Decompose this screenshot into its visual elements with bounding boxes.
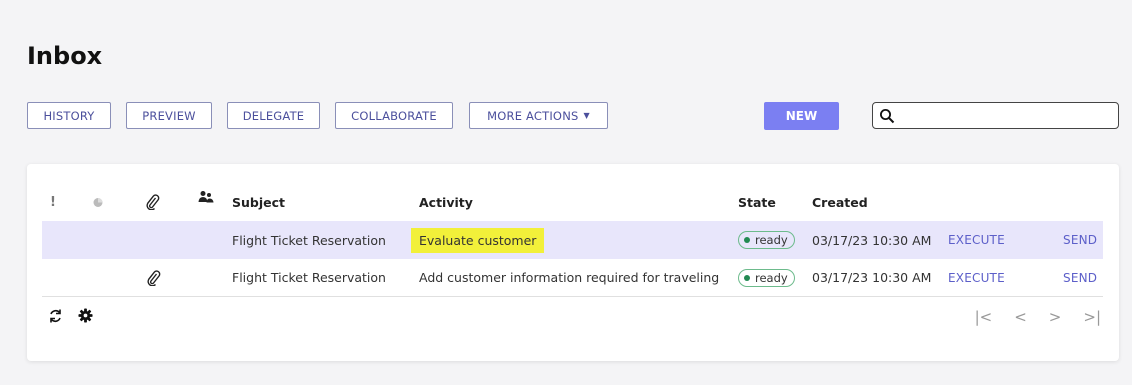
status-label: ready [755,233,788,247]
priority-column-icon[interactable]: ! [50,190,56,214]
status-badge: ready [738,231,795,249]
state-cell: ready [738,259,795,296]
refresh-icon[interactable] [48,308,63,324]
pagination: |< < > >| [975,308,1101,326]
paperclip-icon [146,259,161,296]
subject-cell: Flight Ticket Reservation [232,270,386,285]
new-button[interactable]: NEW [764,102,839,130]
people-icon[interactable] [198,185,214,209]
created-cell: 03/17/23 10:30 AM [812,232,932,248]
table-row[interactable]: Flight Ticket Reservation Evaluate custo… [42,221,1103,259]
inbox-table-card: ! Subject Activity State Created Flight … [27,164,1119,361]
page-title: Inbox [27,42,103,70]
delegate-button[interactable]: DELEGATE [227,102,320,129]
state-cell: ready [738,221,795,259]
more-actions-label: MORE ACTIONS [487,108,579,123]
subject-column-header[interactable]: Subject [232,190,285,214]
search-icon [880,109,895,124]
execute-link[interactable]: EXECUTE [948,259,1005,296]
table-header: ! Subject Activity State Created [27,190,1119,214]
table-row[interactable]: Flight Ticket Reservation Add customer i… [42,259,1103,297]
created-column-header[interactable]: Created [812,190,868,214]
search-input[interactable] [899,105,1113,126]
activity-cell: Add customer information required for tr… [419,270,720,285]
execute-link[interactable]: EXECUTE [948,221,1005,259]
activity-column-header[interactable]: Activity [419,190,473,214]
preview-button[interactable]: PREVIEW [126,102,212,129]
caret-down-icon: ▼ [583,111,590,120]
activity-cell: Evaluate customer [411,221,545,259]
subject-cell: Flight Ticket Reservation [232,232,386,248]
last-page-button[interactable]: >| [1083,308,1101,326]
status-dot-icon [744,237,750,243]
status-dot-icon [744,274,750,281]
prev-page-button[interactable]: < [1014,308,1027,326]
status-badge: ready [738,268,795,287]
read-status-column-icon[interactable] [92,190,104,214]
search-box[interactable] [872,102,1119,129]
paperclip-icon[interactable] [145,190,160,214]
created-cell: 03/17/23 10:30 AM [812,270,932,285]
activity-highlight: Evaluate customer [411,227,545,253]
first-page-button[interactable]: |< [975,308,993,326]
next-page-button[interactable]: > [1049,308,1062,326]
state-column-header[interactable]: State [738,190,776,214]
send-link[interactable]: SEND [1063,259,1097,296]
gear-icon[interactable] [78,308,93,323]
status-label: ready [755,270,788,285]
toolbar: HISTORY PREVIEW DELEGATE COLLABORATE MOR… [27,102,1119,130]
collaborate-button[interactable]: COLLABORATE [335,102,453,129]
more-actions-button[interactable]: MORE ACTIONS ▼ [469,102,608,129]
send-link[interactable]: SEND [1063,221,1097,259]
history-button[interactable]: HISTORY [27,102,111,129]
